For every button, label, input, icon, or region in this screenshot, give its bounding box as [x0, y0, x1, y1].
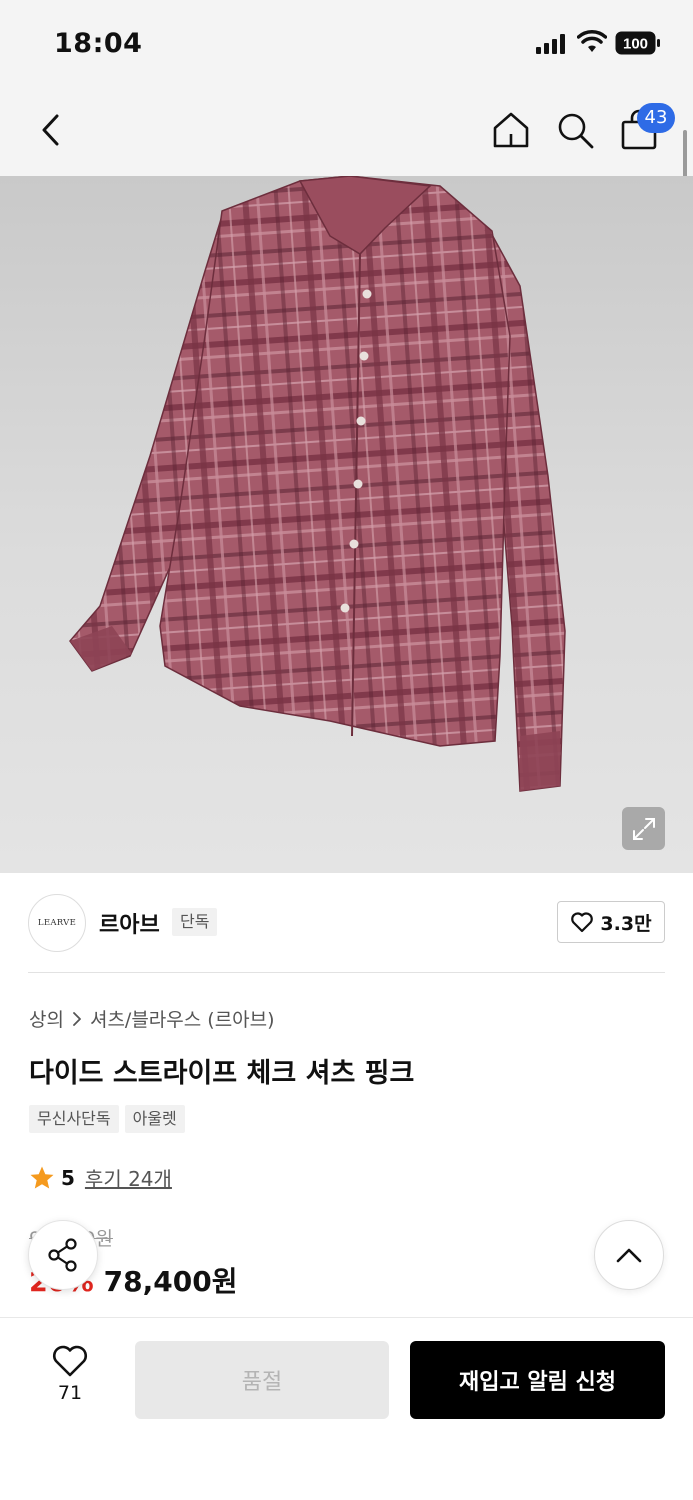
wishlist-count: 71: [57, 1382, 83, 1404]
signal-icon: [536, 34, 565, 54]
home-icon[interactable]: [489, 108, 533, 152]
bottom-action-bar: 71 품절 재입고 알림 신청: [0, 1317, 693, 1500]
brand-logo[interactable]: LEARVE: [28, 894, 86, 952]
status-bar: 18:04 100: [0, 0, 693, 88]
heart-icon: [571, 912, 594, 933]
soldout-button[interactable]: 품절: [135, 1341, 389, 1419]
product-image[interactable]: [0, 176, 693, 873]
review-link[interactable]: 후기 24개: [85, 1163, 172, 1192]
product-tag: 무신사단독: [29, 1105, 119, 1133]
breadcrumb: 상의 셔츠/블라우스 (르아브): [29, 1005, 275, 1032]
status-time: 18:04: [54, 28, 143, 59]
chevron-left-icon: [42, 114, 59, 146]
expand-image-button[interactable]: [622, 807, 665, 850]
breadcrumb-item-category[interactable]: 상의: [29, 1005, 64, 1032]
brand-like-count: 3.3만: [600, 912, 652, 935]
expand-icon: [632, 817, 655, 840]
scroll-to-top-button[interactable]: [594, 1220, 664, 1290]
rating-row: 5 후기 24개: [29, 1163, 172, 1192]
heart-icon: [53, 1345, 87, 1377]
brand-like-button[interactable]: 3.3만: [557, 901, 665, 943]
battery-level: 100: [623, 36, 648, 53]
top-nav-bar: 43: [0, 88, 693, 176]
sale-price: 78,400원: [103, 1265, 238, 1298]
shirt-image: [69, 176, 566, 792]
wifi-icon: [577, 30, 607, 52]
share-icon: [48, 1238, 77, 1272]
breadcrumb-item-subcategory[interactable]: 셔츠/블라우스 (르아브): [90, 1005, 275, 1032]
search-icon[interactable]: [553, 108, 597, 152]
divider: [28, 972, 665, 973]
wishlist-button[interactable]: 71: [40, 1344, 100, 1414]
rating-score: 5: [61, 1165, 75, 1190]
product-tags: 무신사단독 아울렛: [29, 1105, 185, 1133]
brand-name[interactable]: 르아브: [99, 907, 160, 939]
cart-count-badge: 43: [637, 103, 675, 133]
chevron-up-icon: [616, 1248, 642, 1263]
back-button[interactable]: [30, 108, 70, 152]
battery-icon: 100: [615, 31, 660, 55]
product-title: 다이드 스트라이프 체크 셔츠 핑크: [29, 1058, 415, 1089]
brand-exclusive-badge: 단독: [172, 908, 218, 936]
star-icon: [30, 1166, 54, 1188]
product-tag: 아울렛: [124, 1105, 185, 1133]
share-button[interactable]: [28, 1220, 98, 1290]
chevron-right-icon: [73, 1011, 81, 1026]
restock-alert-button[interactable]: 재입고 알림 신청: [410, 1341, 665, 1419]
